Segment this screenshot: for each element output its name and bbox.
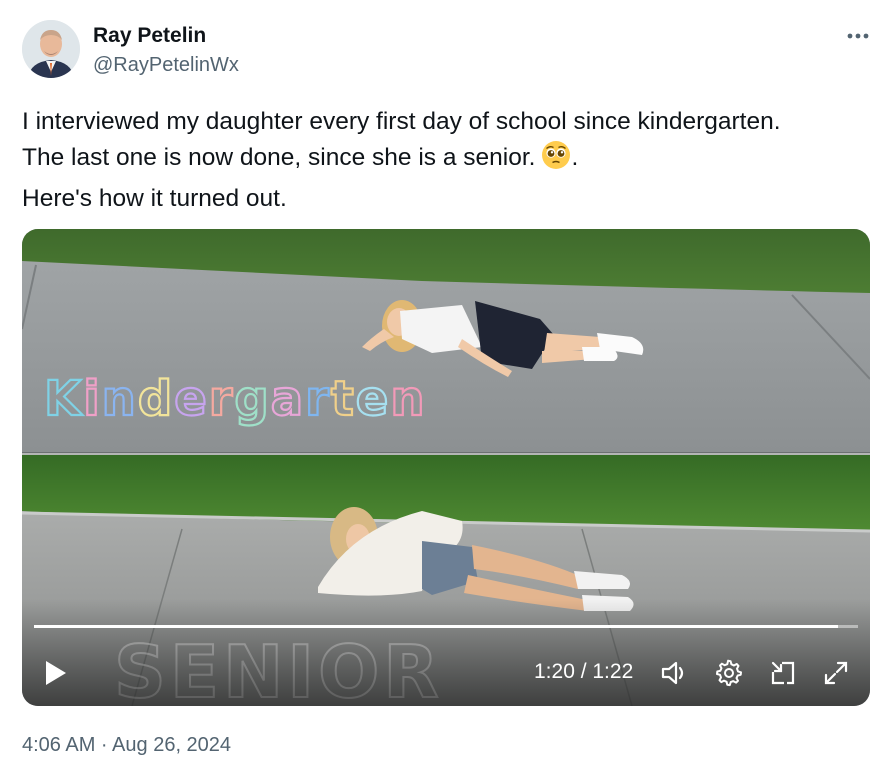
post-line-1: I interviewed my daughter every first da… xyxy=(22,108,781,135)
post-line-2-text: The last one is now done, since she is a… xyxy=(22,144,536,171)
more-options-button[interactable] xyxy=(838,22,878,50)
video-progress-fill xyxy=(34,625,839,628)
avatar[interactable] xyxy=(22,20,80,78)
post-text: I interviewed my daughter every first da… xyxy=(22,104,872,217)
post-line-2: The last one is now done, since she is a… xyxy=(22,140,872,181)
volume-icon xyxy=(661,661,684,685)
play-button[interactable] xyxy=(40,657,72,689)
video-frame: Kindergarten SENIOR xyxy=(22,229,870,706)
author-name[interactable]: Ray Petelin xyxy=(93,24,206,48)
dock-video-icon xyxy=(771,661,795,685)
author-handle[interactable]: @RayPetelinWx xyxy=(93,54,239,77)
fullscreen-icon xyxy=(824,661,848,685)
play-icon xyxy=(46,661,66,685)
post-timestamp[interactable]: 4:06 AM · Aug 26, 2024 xyxy=(22,734,231,757)
dock-video-button[interactable] xyxy=(767,657,799,689)
video-progress-bar[interactable] xyxy=(34,625,858,628)
fullscreen-button[interactable] xyxy=(820,657,852,689)
video-time: 1:20 / 1:22 xyxy=(534,660,634,683)
post-line-2-trailing: . xyxy=(571,144,579,171)
more-horizontal-icon xyxy=(847,33,869,39)
settings-button[interactable] xyxy=(713,657,745,689)
chalk-kindergarten: Kindergarten xyxy=(44,371,427,427)
video-player[interactable]: Kindergarten SENIOR 1:20 / 1:22 xyxy=(22,229,870,706)
settings-gear-icon xyxy=(715,659,742,687)
post-line-3: Here's how it turned out. xyxy=(22,185,287,212)
pleading-face-emoji xyxy=(541,140,571,181)
volume-button[interactable] xyxy=(658,657,690,689)
avatar-image xyxy=(22,20,80,78)
